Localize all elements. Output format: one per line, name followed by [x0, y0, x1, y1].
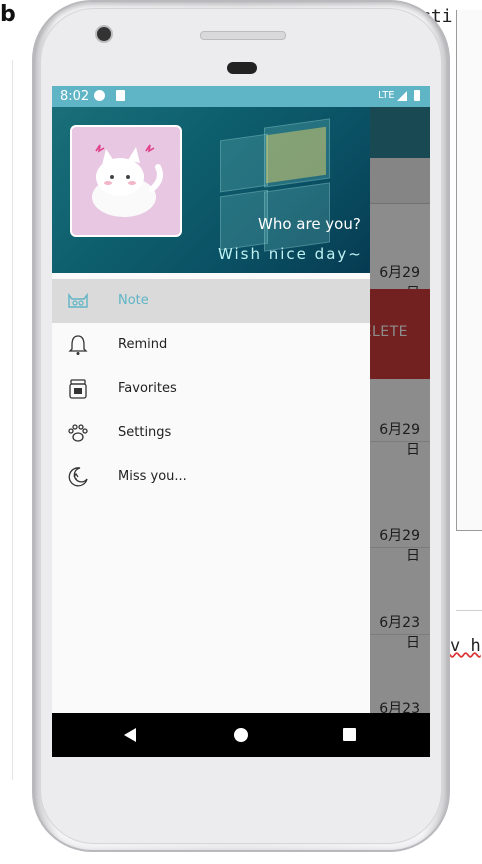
- status-bar: 8:02 LTE: [52, 86, 430, 107]
- network-type: LTE: [378, 90, 395, 101]
- camera-icon: [97, 27, 111, 41]
- menu-item-favorites[interactable]: Favorites: [52, 367, 370, 411]
- menu-label: Favorites: [118, 381, 177, 396]
- sd-card-icon: [116, 90, 125, 101]
- background-code-snippet: v h: [450, 636, 481, 656]
- menu-item-miss-you[interactable]: Miss you...: [52, 455, 370, 499]
- bell-icon: [68, 335, 88, 355]
- menu-item-settings[interactable]: Settings: [52, 411, 370, 455]
- menu-label: Settings: [118, 425, 172, 440]
- back-icon[interactable]: [124, 728, 136, 742]
- menu-label: Note: [118, 293, 149, 308]
- system-nav-bar: [52, 713, 430, 757]
- drawer-menu: Note Remind Favorites Settings Miss you.…: [52, 279, 370, 499]
- notification-icon: [94, 90, 105, 101]
- cat-avatar-icon: [92, 144, 163, 217]
- battery-icon: [414, 90, 420, 101]
- wallpaper-pane: [220, 133, 268, 193]
- menu-item-note[interactable]: Note: [52, 279, 370, 323]
- drawer-header: Who are you? Wish nice day~: [52, 107, 370, 273]
- menu-label: Remind: [118, 337, 168, 352]
- background-divider: [456, 610, 482, 611]
- jar-icon: [69, 379, 87, 399]
- drawer-greeting: Who are you?: [258, 215, 361, 233]
- recents-icon[interactable]: [343, 728, 356, 741]
- wallpaper-highlight: [266, 126, 326, 184]
- status-time: 8:02: [60, 89, 90, 104]
- paw-icon: [68, 424, 88, 442]
- home-icon[interactable]: [234, 728, 248, 742]
- moon-cat-icon: [68, 467, 88, 487]
- device-screen: 8:02 LTE 6月29日 ELETE 6月29日 6月29日 6月23日 6…: [52, 86, 430, 757]
- earpiece-speaker: [200, 31, 286, 40]
- signal-icon: [397, 91, 407, 101]
- proximity-sensor: [227, 62, 257, 74]
- cat-icon: [68, 292, 88, 308]
- drawer-tagline: Wish nice day~: [218, 245, 363, 263]
- background-gutter-line: [12, 60, 13, 780]
- menu-label: Miss you...: [118, 469, 187, 484]
- avatar[interactable]: [70, 125, 182, 237]
- background-editor-text: b: [0, 2, 16, 27]
- background-side-panel: [456, 10, 482, 531]
- navigation-drawer: Who are you? Wish nice day~ Note Remind: [52, 107, 370, 713]
- menu-item-remind[interactable]: Remind: [52, 323, 370, 367]
